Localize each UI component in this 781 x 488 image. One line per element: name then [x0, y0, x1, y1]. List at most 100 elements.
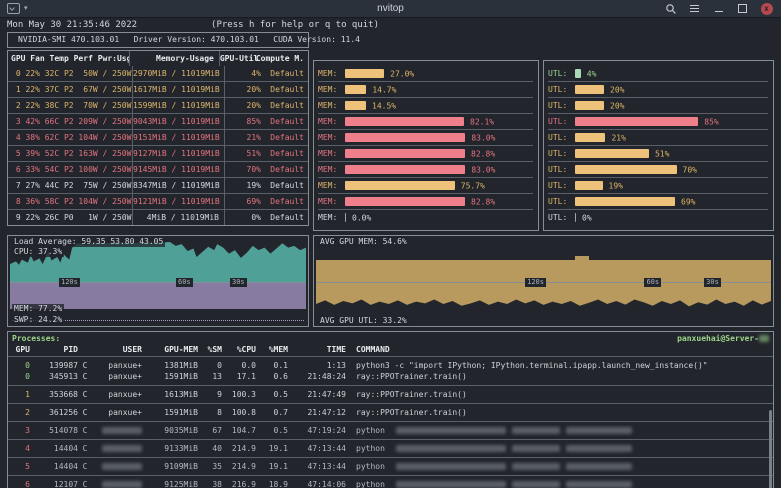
gauge-row: MEM: 14.7%	[318, 81, 533, 97]
maximize-icon[interactable]	[736, 2, 749, 15]
gpu-util-cell: 69% Default	[224, 194, 308, 209]
avg-gpu-utl-label: AVG GPU UTL: 33.2%	[318, 316, 409, 326]
process-mem: 18.9	[268, 480, 288, 488]
gpu-row[interactable]: 1 22% 37C P2 67W / 250W 1617MiB / 11019Mi…	[8, 81, 308, 97]
process-row[interactable]: 6 12107 C 9125MiB 38 216.9 18.9 47:14:06 python	[8, 479, 773, 488]
gauge-row: UTL: 0%	[548, 209, 768, 225]
gauge-row: MEM: 82.8%	[318, 145, 533, 161]
process-time: 21:47:12	[307, 408, 346, 417]
process-mem: 19.1	[268, 444, 288, 453]
gauge-row: MEM: 83.0%	[318, 129, 533, 145]
process-row[interactable]: 0 139987 Cpanxue+ 1381MiB 0 0.0 0.1 1:13 python3…	[8, 360, 773, 371]
gauge-track: 20%	[575, 85, 768, 94]
gpu-row[interactable]: 5 39% 52C P2 163W / 250W 9127MiB / 11019M…	[8, 145, 308, 161]
gauge-percent: 85%	[704, 117, 719, 126]
process-row[interactable]: 1 353668 Cpanxue+ 1613MiB 9 100.3 0.5 21:47:49 r…	[8, 389, 773, 400]
process-user	[92, 425, 142, 436]
gpu-compute-mode: Default	[270, 213, 304, 222]
minimize-icon[interactable]	[712, 2, 725, 15]
gpu-row[interactable]: 2 22% 38C P2 70W / 250W 1599MiB / 11019Mi…	[8, 97, 308, 113]
gauge-track: 19%	[575, 181, 768, 190]
process-panel: Processes: panxuehai@Server- GPU PID USER G…	[7, 331, 774, 488]
gpu-row[interactable]: 7 27% 44C P2 75W / 250W 8347MiB / 11019Mi…	[8, 177, 308, 193]
process-scrollbar[interactable]	[769, 410, 772, 488]
process-row[interactable]: 0 345913 Cpanxue+ 1591MiB 13 17.1 0.6 21:48:24 r…	[8, 371, 773, 382]
gauge-percent: 83.0%	[471, 133, 496, 142]
gauge-percent: 0%	[582, 213, 592, 222]
gauge-track: 69%	[575, 197, 768, 206]
process-mem: 0.6	[273, 372, 288, 381]
process-col-header: GPU	[15, 345, 30, 354]
gauge-row: UTL: 20%	[548, 97, 768, 113]
process-command: python	[346, 461, 773, 472]
smi-version-header: NVIDIA-SMI 470.103.01 Driver Version: 47…	[7, 32, 360, 48]
gauge-label: UTL:	[548, 181, 568, 190]
timeline-label: 120s	[59, 278, 80, 287]
redacted-command	[565, 427, 632, 434]
process-sm: 40	[212, 444, 222, 453]
titlebar: ▾ nvitop x	[0, 0, 781, 18]
process-row[interactable]: 4 14404 C 9133MiB 40 214.9 19.1 47:13:44 python	[8, 443, 773, 454]
gauge-percent: 4%	[586, 69, 597, 78]
gpu-stats-cell: 5 39% 52C P2 163W / 250W	[11, 149, 132, 158]
search-icon[interactable]	[664, 2, 677, 15]
help-hint: (Press h for help or q to quit)	[211, 20, 380, 30]
gauge-track: 83.0%	[345, 165, 533, 174]
redacted-command	[511, 481, 560, 488]
process-row[interactable]: 5 14404 C 9109MiB 35 214.9 19.1 47:13:44 python	[8, 461, 773, 472]
gpu-util-cell: 20% Default	[224, 82, 308, 97]
process-user	[92, 443, 142, 454]
processes-title: Processes:	[12, 334, 61, 343]
process-gpu-index: 0	[25, 361, 30, 370]
process-row[interactable]: 2 361256 Cpanxue+ 1591MiB 8 100.8 0.7 21:47:12 r…	[8, 407, 773, 418]
process-time: 47:13:44	[307, 462, 346, 471]
gauge-track: 82.8%	[345, 197, 533, 206]
gpu-util-value: 51%	[246, 149, 261, 158]
close-icon[interactable]: x	[760, 2, 773, 15]
gauge-label: UTL:	[548, 213, 568, 222]
redacted-user	[102, 481, 142, 488]
timeline-label: 120s	[525, 278, 546, 287]
menu-icon[interactable]	[688, 2, 701, 15]
gpu-memory-cell: 9151MiB / 11019MiB	[132, 130, 224, 145]
terminal-content: Mon May 30 21:35:46 2022 (Press h for he…	[0, 18, 781, 488]
gpu-row[interactable]: 3 42% 66C P2 209W / 250W 9043MiB / 11019M…	[8, 113, 308, 129]
gpu-row[interactable]: 9 22% 26C P0 1W / 250W 4MiB / 11019MiB 0% D…	[8, 209, 308, 225]
gpu-table-header: GPU Fan Temp Perf Pwr:Usg/Cap Memory-Usa…	[8, 51, 308, 66]
gpu-row[interactable]: 8 36% 58C P2 104W / 250W 9121MiB / 11019M…	[8, 193, 308, 209]
gauge-percent: 82.8%	[471, 149, 496, 158]
gpu-row[interactable]: 0 22% 32C P2 50W / 250W 2970MiB / 11019Mi…	[8, 66, 308, 81]
gauge-row: MEM: 0.0%	[318, 209, 533, 225]
gauge-percent: 19%	[608, 181, 623, 190]
process-gpu-mem: 9035MiB	[164, 426, 198, 435]
process-pid: 361256	[49, 408, 78, 417]
gpu-row[interactable]: 6 33% 54C P2 100W / 250W 9145MiB / 11019M…	[8, 161, 308, 177]
gauge-label: UTL:	[548, 149, 568, 158]
gauge-label: UTL:	[548, 197, 568, 206]
timeline-label: 30s	[230, 278, 247, 287]
gauge-bar	[575, 101, 604, 110]
process-cpu: 216.9	[231, 480, 256, 488]
process-user: panxue+	[108, 408, 142, 417]
process-type: C	[82, 444, 88, 453]
redacted-command	[395, 445, 506, 452]
process-type: C	[82, 480, 88, 488]
gauge-bar	[345, 69, 385, 78]
col-util-header: GPU-Util Compute M.	[218, 51, 308, 66]
gpu-stats-cell: 0 22% 32C P2 50W / 250W	[11, 69, 132, 78]
process-time: 47:19:24	[307, 426, 346, 435]
gpu-row[interactable]: 4 38% 62C P2 104W / 250W 9151MiB / 11019M…	[8, 129, 308, 145]
gauge-percent: 20%	[610, 85, 625, 94]
gauge-row: UTL: 51%	[548, 145, 768, 161]
gpu-memory-cell: 9043MiB / 11019MiB	[132, 114, 224, 129]
datetime: Mon May 30 21:35:46 2022	[7, 20, 138, 30]
gauge-track: 82.1%	[345, 117, 533, 126]
gauge-label: MEM:	[318, 165, 338, 174]
process-row[interactable]: 3 514078 C 9035MiB 67 104.7 0.5 47:19:24 python	[8, 425, 773, 436]
process-col-header: %CPU	[236, 345, 256, 354]
gpu-compute-mode: Default	[270, 181, 304, 190]
gauge-row: UTL: 19%	[548, 177, 768, 193]
gauge-bar	[575, 69, 581, 78]
process-type: C	[82, 361, 88, 370]
process-time: 21:47:49	[307, 390, 346, 399]
